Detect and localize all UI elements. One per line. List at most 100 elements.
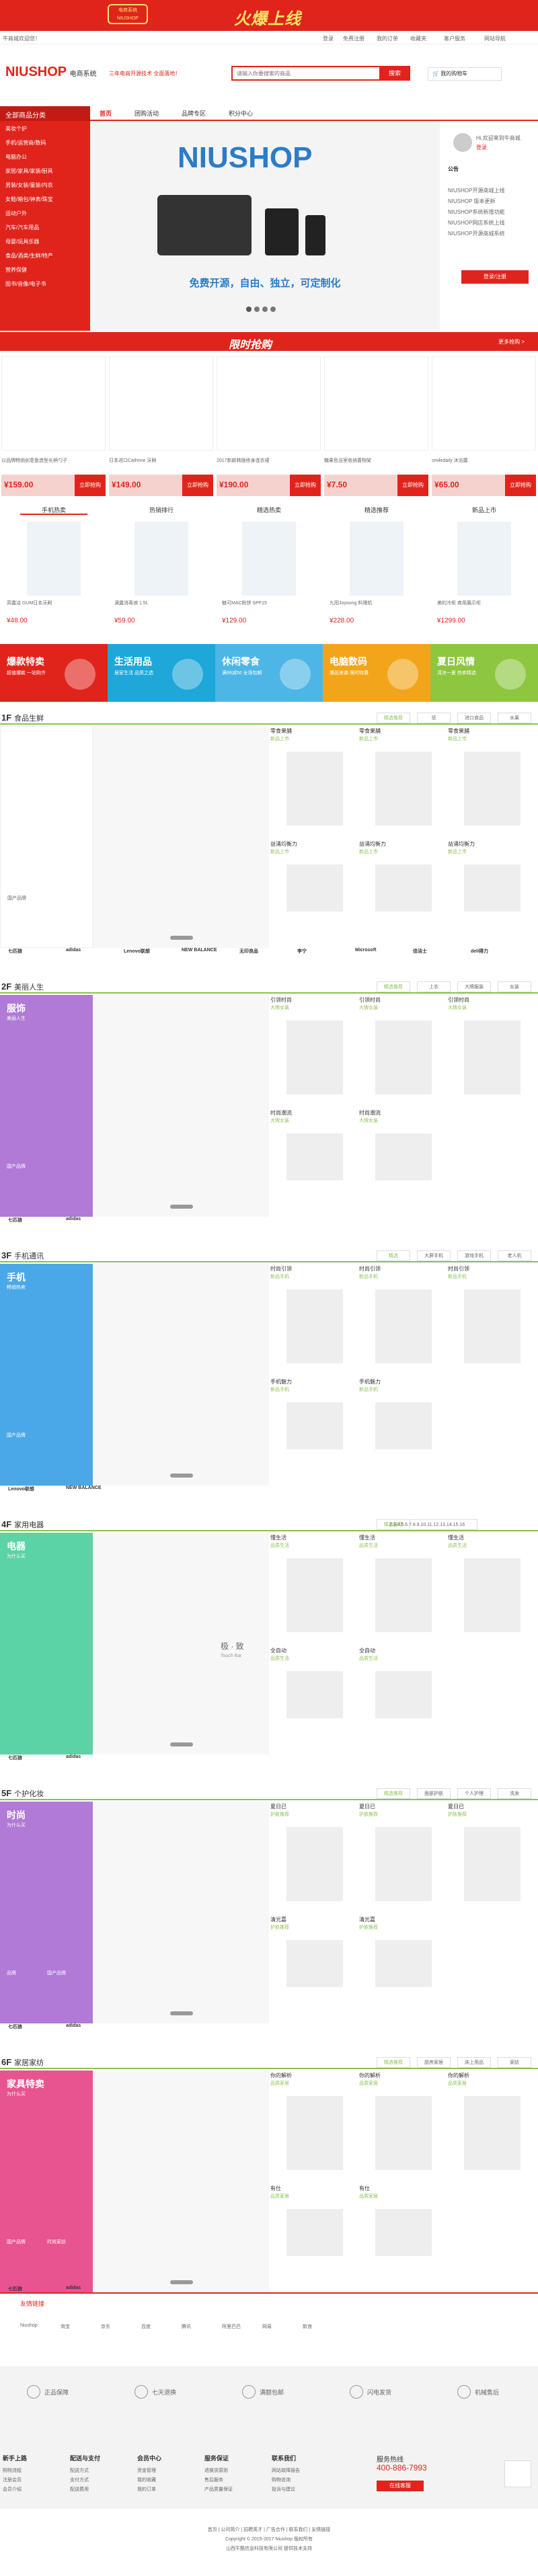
- floor-left-banner[interactable]: 电器 为什么买: [0, 1533, 93, 1755]
- floor-item-image[interactable]: [286, 2209, 343, 2256]
- floor-item-name[interactable]: 有仕: [270, 2185, 281, 2192]
- flash-item-name[interactable]: 糖果色浴室收纳置物架: [324, 457, 428, 464]
- floor-item-name[interactable]: 时尚引领: [359, 1265, 381, 1273]
- floor-item-image[interactable]: [286, 2096, 343, 2170]
- topbar-link-favorites[interactable]: 收藏夹: [410, 35, 426, 42]
- brand-logo[interactable]: 李宁: [297, 948, 307, 955]
- brand-logo[interactable]: 无印良品: [239, 948, 258, 955]
- footer-link[interactable]: 支付方式: [70, 2477, 89, 2483]
- floor-tab[interactable]: 大牌服装: [457, 981, 491, 992]
- hot-item-name[interactable]: 魅可MAC粉饼 SPF15: [222, 600, 316, 606]
- floor-item-name[interactable]: 引领时尚: [270, 996, 292, 1004]
- floor-tab[interactable]: 床上用品: [457, 2057, 491, 2068]
- promo-banner[interactable]: 生活用品 居家生活 品质之选: [108, 644, 215, 702]
- floor-left-link[interactable]: 国产品牌: [7, 1163, 26, 1170]
- footer-link[interactable]: 投诉与建议: [272, 2486, 295, 2493]
- news-item[interactable]: NIUSHOP系统新增功能: [448, 208, 504, 216]
- floor-item-image[interactable]: [375, 752, 432, 826]
- floor-item-image[interactable]: [286, 1940, 343, 1987]
- floor-item-name[interactable]: 你的解析: [270, 2072, 292, 2079]
- brand-logo[interactable]: 七匹狼: [8, 1755, 22, 1761]
- topbar-link-service[interactable]: 客户服务: [444, 35, 465, 42]
- topbar-link-sitemap[interactable]: 网站导航: [484, 35, 506, 42]
- floor-left-link[interactable]: 国产品牌: [7, 2239, 26, 2245]
- floor-item-image[interactable]: [375, 1402, 432, 1449]
- floor-item-image[interactable]: [464, 752, 521, 826]
- floor-item-image[interactable]: [464, 2096, 521, 2170]
- floor-left-link[interactable]: 国产品牌: [7, 895, 26, 901]
- promo-banner[interactable]: 电脑数码 爆品来袭 限时特惠: [323, 644, 430, 702]
- floor-item-image[interactable]: [286, 864, 343, 912]
- flash-item-name[interactable]: 2017新款韩版修身连衣裙: [217, 457, 321, 464]
- login-register-button[interactable]: 登录/注册: [461, 270, 529, 284]
- floor-item-image[interactable]: [375, 1671, 432, 1718]
- brand-logo[interactable]: 佳洁士: [413, 948, 427, 955]
- floor-tab[interactable]: 老人机: [498, 1250, 531, 1261]
- floor-left-banner[interactable]: 时尚 为什么买 品牌 国产品牌: [0, 1802, 93, 2023]
- flash-item-name[interactable]: 以品牌畅销创意鱼造型长柄勺子: [1, 457, 106, 464]
- floor-item-image[interactable]: [375, 1558, 432, 1632]
- hero-dots[interactable]: [246, 307, 286, 313]
- footer-link[interactable]: 注册会员: [3, 2477, 22, 2483]
- floor-item-image[interactable]: [286, 1020, 343, 1094]
- carousel-dots[interactable]: [170, 2280, 193, 2284]
- footer-link[interactable]: 配送方式: [70, 2467, 89, 2474]
- logo[interactable]: NIUSHOP 电商系统: [5, 65, 97, 80]
- floor-item-image[interactable]: [375, 1020, 432, 1094]
- category-item[interactable]: 运动户外: [5, 210, 27, 217]
- floor-tab[interactable]: 2.3.4.5.6.7.8.9.10.11.12.13.14.15.16: [377, 1519, 477, 1530]
- brand-logo[interactable]: adidas: [66, 2286, 81, 2290]
- news-item[interactable]: NIUSHOP开源商城系统: [448, 230, 504, 237]
- floor-left-banner[interactable]: 服饰 美丽人生 国产品牌: [0, 995, 93, 1217]
- category-item[interactable]: 美妆个护: [5, 125, 27, 132]
- floor-item-name[interactable]: 夏日已: [448, 1803, 464, 1810]
- footer-link[interactable]: 产品质量保证: [204, 2486, 233, 2493]
- floor-item-image[interactable]: [375, 1289, 432, 1363]
- hot-tab[interactable]: 热销排行: [108, 506, 215, 514]
- floor-item-image[interactable]: [286, 1558, 343, 1632]
- friend-link[interactable]: 腾讯: [182, 2323, 191, 2330]
- footer-link[interactable]: 购物咨询: [272, 2477, 291, 2483]
- floor-item-name[interactable]: 懂生活: [359, 1534, 375, 1541]
- floor-center-image[interactable]: [93, 1264, 269, 1486]
- footer-link[interactable]: 配送费用: [70, 2486, 89, 2493]
- floor-item-name[interactable]: 手机魅力: [359, 1378, 381, 1385]
- flash-item-image[interactable]: [1, 356, 106, 450]
- category-item[interactable]: 手机/运营商/数码: [5, 139, 46, 147]
- topbar-link-register[interactable]: 免费注册: [343, 35, 364, 42]
- floor-left-link[interactable]: 品牌: [7, 1970, 16, 1976]
- floor-item-name[interactable]: 时尚引领: [270, 1265, 292, 1273]
- friend-link[interactable]: 阿里巴巴: [222, 2323, 241, 2330]
- floor-tab[interactable]: 坚: [417, 713, 451, 723]
- hot-item-image[interactable]: [134, 522, 188, 596]
- hot-item-image[interactable]: [242, 522, 296, 596]
- floor-item-name[interactable]: 夏日已: [359, 1803, 375, 1810]
- brand-logo[interactable]: adidas: [66, 948, 81, 953]
- search-input[interactable]: [233, 67, 367, 79]
- hot-item-image[interactable]: [27, 522, 81, 596]
- footer-link[interactable]: 会员介绍: [3, 2486, 22, 2493]
- floor-item-name[interactable]: 益涌均衡力: [359, 840, 386, 848]
- floor-tab[interactable]: 进口食品: [457, 713, 491, 723]
- floor-tab[interactable]: 家纺: [498, 2057, 531, 2068]
- flash-item-name[interactable]: 日本进口Cathrine 牙刷: [109, 457, 213, 464]
- category-item[interactable]: 男装/女装/童装/内衣: [5, 182, 53, 189]
- category-header[interactable]: 全部商品分类: [0, 106, 90, 121]
- floor-left-banner[interactable]: 手机 畅销热卖 国产品牌: [0, 1264, 93, 1486]
- hot-tab[interactable]: 精选热卖: [215, 506, 323, 514]
- floor-item-image[interactable]: [464, 1558, 521, 1632]
- hot-item-name[interactable]: 九阳Joyoung 料理机: [330, 600, 424, 606]
- floor-item-image[interactable]: [464, 1289, 521, 1363]
- carousel-dots[interactable]: [170, 2011, 193, 2015]
- footer-link[interactable]: 我的订单: [137, 2486, 156, 2493]
- floor-center-image[interactable]: [93, 995, 269, 1217]
- floor-item-image[interactable]: [286, 1671, 343, 1718]
- news-item[interactable]: NIUSHOP开源商城上线: [448, 187, 504, 194]
- flash-sale-more[interactable]: 更多抢购 >: [498, 338, 525, 346]
- floor-item-name[interactable]: 夏日已: [270, 1803, 286, 1810]
- cart-button[interactable]: 🛒 我的购物车: [428, 67, 502, 81]
- category-item[interactable]: 食品/酒类/生鲜/特产: [5, 252, 53, 259]
- floor-item-name[interactable]: 你的解析: [448, 2072, 469, 2079]
- category-item[interactable]: 母婴/玩具乐器: [5, 238, 39, 245]
- footer-link[interactable]: 售后服务: [204, 2477, 223, 2483]
